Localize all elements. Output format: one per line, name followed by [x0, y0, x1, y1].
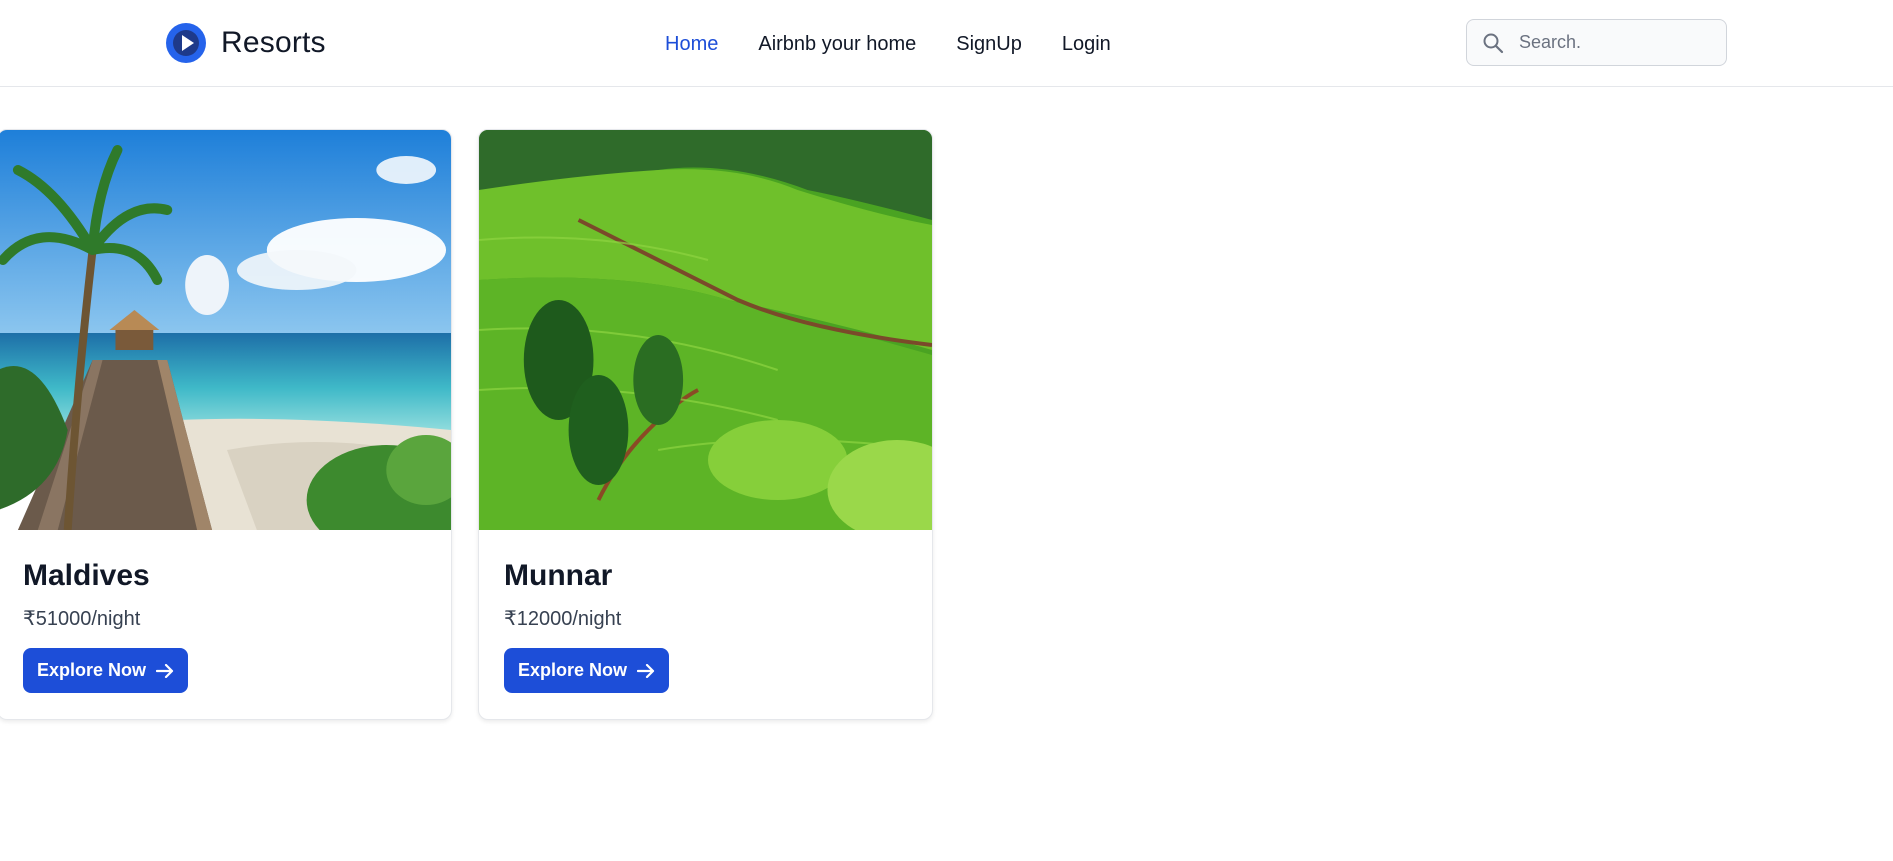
- brand-name: Resorts: [221, 26, 326, 59]
- search-box[interactable]: [1466, 19, 1727, 66]
- tea-hills-photo[interactable]: [479, 130, 932, 530]
- brand[interactable]: Resorts: [166, 22, 326, 64]
- search-input[interactable]: [1519, 32, 1709, 53]
- nav-link-home[interactable]: Home: [665, 30, 718, 58]
- nav-link-signup[interactable]: SignUp: [956, 30, 1022, 58]
- navbar: Resorts Home Airbnb your home SignUp Log…: [0, 0, 1893, 87]
- card-title: Munnar: [504, 559, 613, 592]
- arrow-right-icon: [637, 663, 655, 678]
- card-body: Munnar ₹12000/night Explore Now: [479, 530, 932, 693]
- play-circle-icon: [166, 23, 206, 63]
- main-nav: Home Airbnb your home SignUp Login: [665, 30, 1111, 58]
- listing-card: Munnar ₹12000/night Explore Now: [478, 129, 933, 720]
- card-price: ₹51000/night: [23, 608, 141, 630]
- listing-card: Maldives ₹51000/night Explore Now: [0, 129, 452, 720]
- explore-now-button[interactable]: Explore Now: [23, 648, 189, 693]
- card-price: ₹12000/night: [504, 608, 622, 630]
- nav-link-airbnb-your-home[interactable]: Airbnb your home: [758, 30, 916, 58]
- nav-link-login[interactable]: Login: [1062, 30, 1111, 58]
- card-title: Maldives: [23, 559, 150, 592]
- search-icon: [1483, 33, 1504, 53]
- explore-now-button[interactable]: Explore Now: [504, 648, 670, 693]
- arrow-right-icon: [156, 663, 174, 678]
- beach-boardwalk-photo[interactable]: [0, 130, 451, 530]
- card-body: Maldives ₹51000/night Explore Now: [0, 530, 451, 693]
- explore-now-label: Explore Now: [518, 660, 628, 680]
- explore-now-label: Explore Now: [37, 660, 147, 680]
